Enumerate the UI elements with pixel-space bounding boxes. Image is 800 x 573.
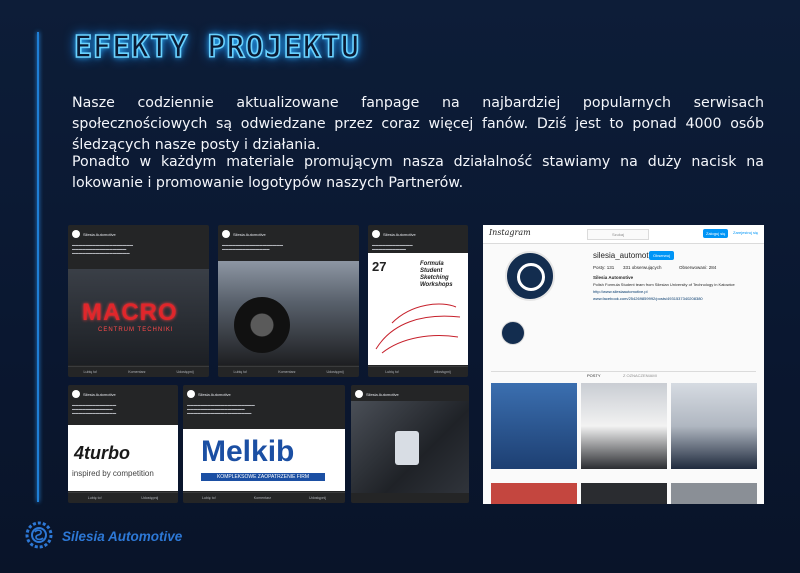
insta-grid-photo[interactable] (671, 483, 757, 504)
avatar (72, 230, 80, 238)
insta-full-name: Silesia Automotive (593, 275, 634, 280)
insta-topbar: Instagram Szukaj Zaloguj się Zarejestruj… (483, 225, 764, 244)
tyre-icon (234, 297, 290, 353)
share-button[interactable]: Udostępnij (309, 496, 326, 500)
avatar (187, 390, 195, 398)
insta-followers[interactable]: 331 obserwujących (623, 265, 662, 270)
post-actions: Lubię to! Komentarz Udostępnij (218, 366, 359, 377)
macro-logo: MACRO (82, 299, 178, 326)
post-text: ▬▬▬▬▬▬▬▬▬▬▬▬▬ ▬▬▬▬▬▬▬▬▬▬▬▬ ▬▬▬▬▬▬▬▬▬▬▬▬▬ (72, 403, 117, 416)
facebook-post-tyre[interactable]: Silesia Automotive ▬▬▬▬▬▬▬▬▬▬▬▬▬▬▬▬▬▬ ▬▬▬… (218, 225, 359, 377)
post-actions: Lubię to! Komentarz Udostępnij (68, 366, 209, 377)
comment-button[interactable]: Komentarz (254, 496, 271, 500)
brand-name: Silesia Automotive (62, 529, 183, 544)
insta-divider (491, 371, 756, 372)
facebook-post-melkib[interactable]: Silesia Automotive ▬▬▬▬▬▬▬▬▬▬▬▬▬▬▬▬▬▬▬▬ ▬… (183, 385, 345, 503)
insta-highlight[interactable] (501, 321, 525, 345)
post-author: Silesia Automotive (383, 231, 416, 237)
post-actions: Lubię to! Komentarz Udostępnij (183, 492, 345, 503)
insta-grid-photo[interactable] (581, 383, 667, 469)
post-image-tyre (218, 261, 359, 365)
post-text: ▬▬▬▬▬▬▬▬▬▬▬▬▬▬▬▬▬▬ ▬▬▬▬▬▬▬▬▬▬▬▬▬▬ (222, 243, 284, 252)
insta-signup-link[interactable]: Zarejestruj się (733, 230, 758, 235)
insta-grid-photo[interactable] (581, 483, 667, 504)
post-actions: Lubię to! Udostępnij (68, 492, 178, 503)
insta-website-link[interactable]: http://www.silesiaautomotive.pl (593, 289, 647, 294)
turbo-logo: 4turbo (74, 443, 130, 463)
melkib-logo: Melkib (201, 435, 295, 468)
facebook-post-engine[interactable]: Silesia Automotive (351, 385, 469, 503)
insta-facebook-link[interactable]: www.facebook.com/254269859992/posts/4931… (593, 296, 703, 301)
insta-avatar (505, 251, 555, 301)
avatar (355, 390, 363, 398)
like-button[interactable]: Lubię to! (88, 496, 102, 500)
insta-following[interactable]: Obserwowani: 284 (679, 265, 716, 270)
post-image-engine (351, 401, 469, 493)
share-button[interactable]: Udostępnij (434, 370, 451, 374)
comment-button[interactable]: Komentarz (128, 370, 145, 374)
post-author: Silesia Automotive (83, 391, 116, 397)
insta-grid-photo[interactable] (671, 383, 757, 469)
like-button[interactable]: Lubię to! (385, 370, 399, 374)
turbo-tagline: inspired by competition (72, 469, 154, 478)
insta-login-button[interactable]: Zaloguj się (703, 229, 729, 238)
slide-title: EFEKTY PROJEKTU (73, 29, 360, 66)
share-button[interactable]: Udostępnij (327, 370, 344, 374)
bottle-shape (395, 431, 419, 465)
avatar (222, 230, 230, 238)
post-text: ▬▬▬▬▬▬▬▬▬▬▬▬▬▬▬▬▬▬▬▬▬▬▬▬▬▬▬▬▬▬▬▬▬▬▬▬▬▬▬▬… (187, 403, 255, 416)
share-button[interactable]: Udostępnij (177, 370, 194, 374)
post-actions: Lubię to! Udostępnij (368, 366, 468, 377)
insta-wordmark: Instagram (489, 228, 531, 237)
insta-grid-photo[interactable] (491, 383, 577, 469)
post-image-melkib: Melkib KOMPLEKSOWE ZAOPATRZENIE FIRM (183, 429, 345, 491)
avatar (372, 230, 380, 238)
tab-tagged[interactable]: Z OZNACZENIAMI (623, 373, 657, 378)
avatar (72, 390, 80, 398)
tab-posts[interactable]: POSTY (587, 373, 601, 378)
like-button[interactable]: Lubię to! (233, 370, 247, 374)
post-author: Silesia Automotive (366, 391, 399, 397)
sketch-drawing (375, 303, 461, 354)
insta-post-count: Posty: 131 (593, 265, 615, 270)
like-button[interactable]: Lubię to! (83, 370, 97, 374)
accent-line (37, 32, 39, 502)
insta-grid-photo[interactable] (491, 483, 577, 504)
insta-bio: Polish Formula Student team from Silesia… (593, 282, 735, 287)
instagram-profile-screenshot[interactable]: Instagram Szukaj Zaloguj się Zarejestruj… (483, 225, 764, 504)
comment-button[interactable]: Komentarz (278, 370, 295, 374)
macro-subtitle: CENTRUM TECHNIKI (98, 327, 174, 333)
gear-icon (517, 263, 545, 291)
facebook-post-macro[interactable]: Silesia Automotive ▬▬▬▬▬▬▬▬▬▬▬▬▬▬▬▬▬▬ ▬▬▬… (68, 225, 209, 377)
workshop-title: Formula Student Sketching Workshops (420, 261, 453, 288)
facebook-post-4turbo[interactable]: Silesia Automotive ▬▬▬▬▬▬▬▬▬▬▬▬▬ ▬▬▬▬▬▬▬▬… (68, 385, 178, 503)
post-image-4turbo: 4turbo inspired by competition (68, 425, 178, 491)
post-author: Silesia Automotive (233, 231, 266, 237)
post-author: Silesia Automotive (83, 231, 116, 237)
insta-search-input[interactable]: Szukaj (587, 229, 649, 240)
post-image-macro: MACRO CENTRUM TECHNIKI (68, 269, 209, 365)
paragraph-fanpage: Nasze codziennie aktualizowane fanpage n… (72, 95, 764, 153)
post-image-workshop: 27 Formula Student Sketching Workshops (368, 253, 468, 365)
silesia-logo-icon (25, 521, 53, 549)
insta-follow-button[interactable]: Obserwuj (649, 251, 674, 260)
like-button[interactable]: Lubię to! (202, 496, 216, 500)
facebook-post-workshop[interactable]: Silesia Automotive ▬▬▬▬▬▬▬▬▬▬▬▬ ▬▬▬▬▬▬▬▬▬… (368, 225, 468, 377)
post-author: Silesia Automotive (198, 391, 231, 397)
paragraph-partners: Ponadto w każdym materiale promującym na… (72, 154, 764, 191)
share-button[interactable]: Udostępnij (141, 496, 158, 500)
workshop-number: 27 (372, 259, 387, 274)
post-text: ▬▬▬▬▬▬▬▬▬▬▬▬▬▬▬▬▬▬▬▬▬▬▬▬▬▬▬▬▬▬▬▬▬▬▬▬▬▬▬▬… (72, 243, 134, 256)
melkib-tagline: KOMPLEKSOWE ZAOPATRZENIE FIRM (201, 473, 325, 481)
post-text: ▬▬▬▬▬▬▬▬▬▬▬▬ ▬▬▬▬▬▬▬▬▬▬ (372, 243, 413, 252)
